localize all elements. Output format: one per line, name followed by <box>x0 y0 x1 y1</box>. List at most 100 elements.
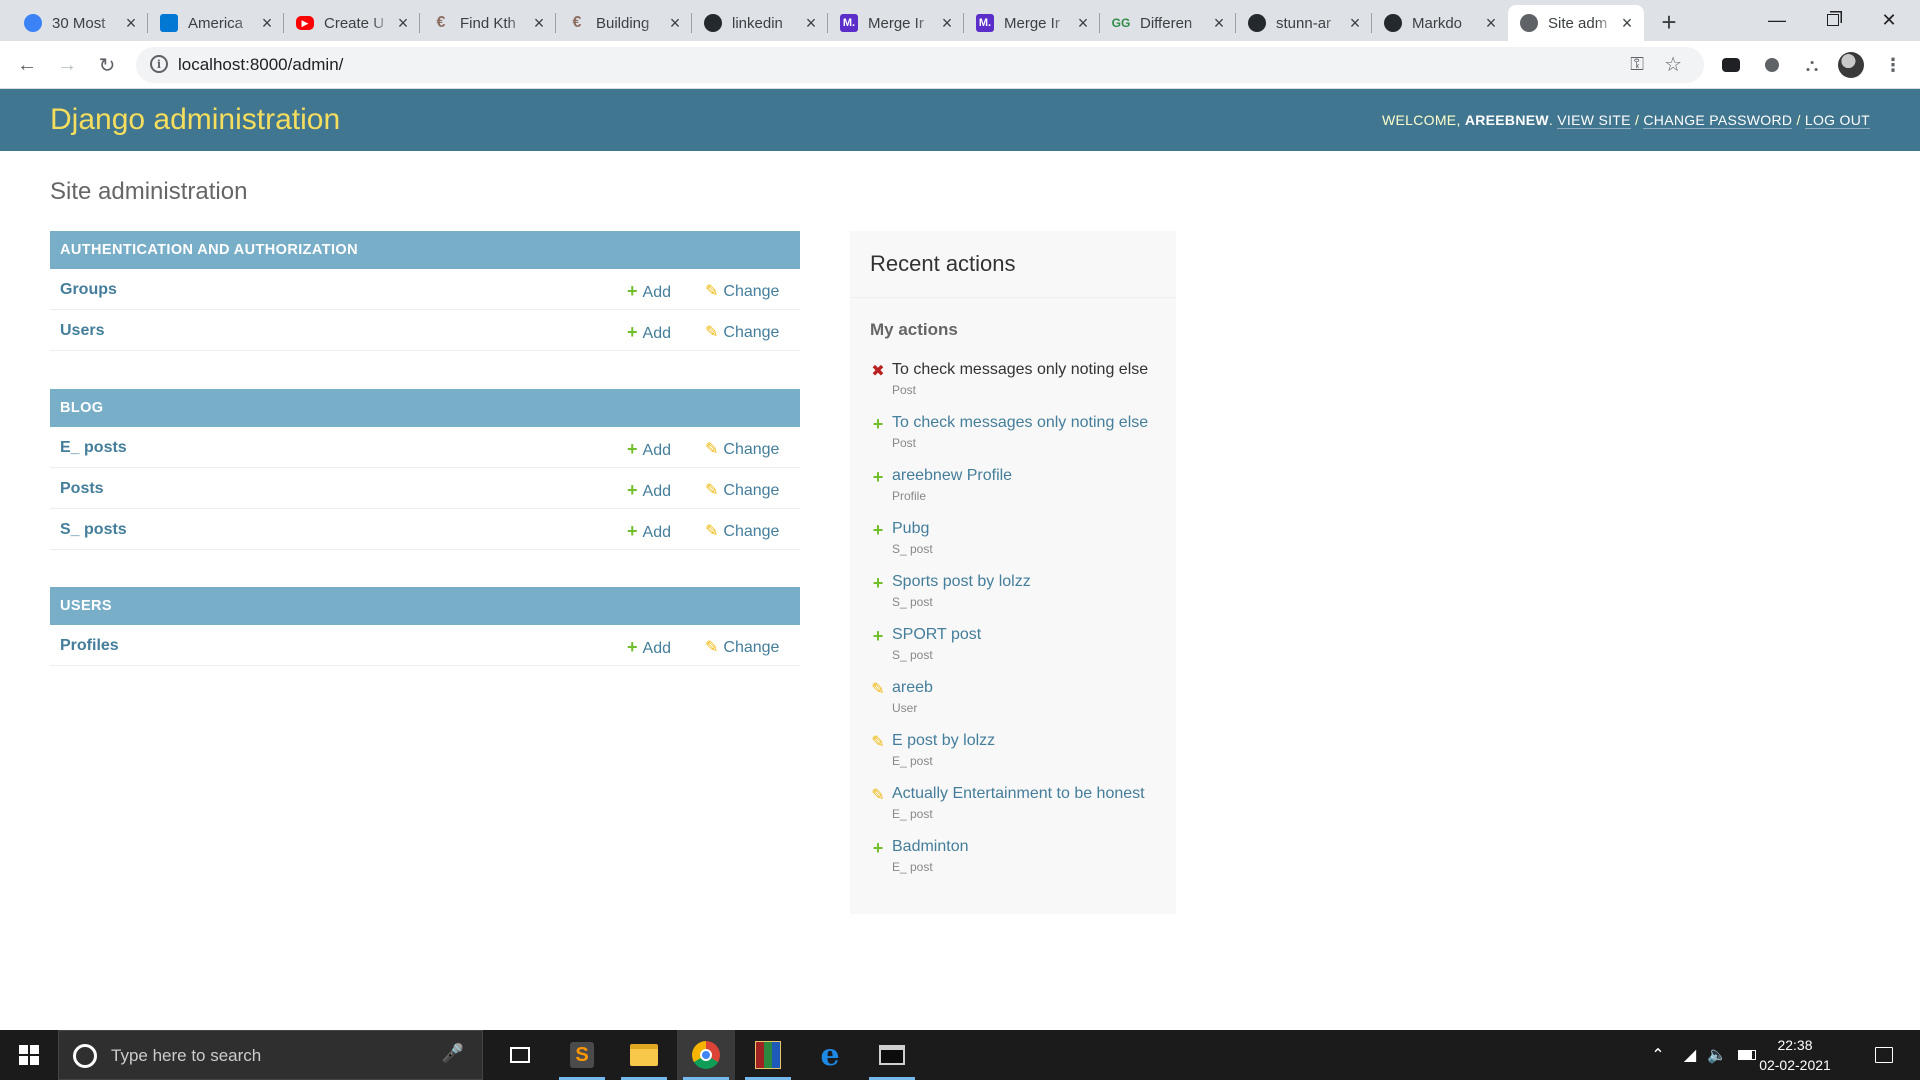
edge-icon[interactable]: e <box>801 1030 859 1080</box>
browser-tab[interactable]: M. Merge Ir × <box>828 5 964 41</box>
add-link[interactable]: + Add <box>627 439 671 460</box>
change-link[interactable]: ✎ Change <box>705 322 779 342</box>
recent-actions-panel: Recent actions My actions ✖ To check mess… <box>850 231 1176 914</box>
extension-icon[interactable] <box>1759 52 1785 78</box>
volume-icon[interactable]: 🔈 <box>1703 1030 1731 1080</box>
browser-tab[interactable]: 30 Most × <box>12 5 148 41</box>
terminal-icon[interactable] <box>863 1030 921 1080</box>
pencil-icon: ✎ <box>705 441 719 458</box>
recent-action-link[interactable]: Sports post by lolzz <box>892 573 1031 591</box>
recent-action-link[interactable]: Pubg <box>892 520 929 538</box>
model-link[interactable]: Groups <box>60 281 117 299</box>
tab-close-icon[interactable]: × <box>664 12 686 34</box>
restore-button[interactable] <box>1805 0 1861 40</box>
chrome-icon[interactable] <box>677 1030 735 1080</box>
browser-tab[interactable]: America × <box>148 5 284 41</box>
browser-tab[interactable]: GG Differen × <box>1100 5 1236 41</box>
change-link[interactable]: ✎ Change <box>705 439 779 459</box>
url-text[interactable]: localhost:8000/admin/ <box>178 55 343 75</box>
tab-close-icon[interactable]: × <box>1480 12 1502 34</box>
browser-tab[interactable]: Markdo × <box>1372 5 1508 41</box>
change-link[interactable]: ✎ Change <box>705 637 779 657</box>
taskbar-clock[interactable]: 22:38 02-02-2021 <box>1755 1035 1835 1075</box>
reload-icon[interactable]: ↻ <box>93 51 121 79</box>
change-link[interactable]: ✎ Change <box>705 521 779 541</box>
recent-action-link[interactable]: areebnew Profile <box>892 467 1012 485</box>
extension-icon[interactable] <box>1718 52 1744 78</box>
tab-close-icon[interactable]: × <box>256 12 278 34</box>
wifi-icon[interactable]: ◢ <box>1676 1030 1704 1080</box>
tab-close-icon[interactable]: × <box>120 12 142 34</box>
key-icon[interactable]: ⚿ <box>1630 54 1644 75</box>
taskbar-search-input[interactable]: Type here to search 🎤 <box>58 1030 483 1080</box>
browser-tab[interactable]: ▶ Create U × <box>284 5 420 41</box>
browser-tab[interactable]: linkedin × <box>692 5 828 41</box>
model-link[interactable]: Users <box>60 322 104 340</box>
model-link[interactable]: E_ posts <box>60 439 127 457</box>
winrar-icon[interactable] <box>739 1030 797 1080</box>
browser-tab[interactable]: stunn-ar × <box>1236 5 1372 41</box>
close-window-button[interactable]: ✕ <box>1861 0 1917 40</box>
recent-action-link[interactable]: Actually Entertainment to be honest <box>892 785 1145 803</box>
module-caption[interactable]: Blog <box>50 389 800 427</box>
task-view-icon[interactable] <box>491 1030 549 1080</box>
log-out-link[interactable]: LOG OUT <box>1804 112 1870 129</box>
address-bar[interactable]: i localhost:8000/admin/ ⚿ ☆ <box>136 47 1704 83</box>
tab-title: Create U <box>324 14 385 32</box>
forward-arrow-icon[interactable]: → <box>53 51 81 79</box>
avatar[interactable] <box>1838 52 1864 78</box>
recent-action-link[interactable]: Badminton <box>892 838 969 856</box>
change-password-link[interactable]: CHANGE PASSWORD <box>1643 112 1793 129</box>
site-info-icon[interactable]: i <box>150 55 168 73</box>
add-link[interactable]: + Add <box>627 637 671 658</box>
recent-action-type: Post <box>892 436 917 450</box>
cortana-icon[interactable] <box>73 1044 97 1068</box>
tab-close-icon[interactable]: × <box>528 12 550 34</box>
tab-close-icon[interactable]: × <box>1616 12 1638 34</box>
recent-action-link[interactable]: areeb <box>892 679 933 697</box>
tab-title: Markdo <box>1412 14 1463 32</box>
browser-tab[interactable]: € Building × <box>556 5 692 41</box>
recent-action-link[interactable]: SPORT post <box>892 626 981 644</box>
page-title: Site administration <box>50 178 248 205</box>
windows-start-icon[interactable] <box>0 1030 58 1080</box>
change-link[interactable]: ✎ Change <box>705 281 779 301</box>
browser-tab[interactable]: M. Merge Ir × <box>964 5 1100 41</box>
recent-action-link[interactable]: To check messages only noting else <box>892 414 1148 432</box>
model-row-users: Users + Add ✎ Change <box>50 310 800 351</box>
search-placeholder[interactable]: Type here to search <box>111 1046 261 1066</box>
tab-close-icon[interactable]: × <box>1208 12 1230 34</box>
chevron-up-icon[interactable]: ⌃ <box>1644 1030 1672 1080</box>
module-caption[interactable]: Authentication and Authorization <box>50 231 800 269</box>
module-caption[interactable]: Users <box>50 587 800 625</box>
file-explorer-icon[interactable] <box>615 1030 673 1080</box>
add-link[interactable]: + Add <box>627 480 671 501</box>
tab-close-icon[interactable]: × <box>1072 12 1094 34</box>
microphone-icon[interactable]: 🎤 <box>442 1043 464 1064</box>
model-link[interactable]: Posts <box>60 480 104 498</box>
add-link[interactable]: + Add <box>627 281 671 302</box>
add-link[interactable]: + Add <box>627 322 671 343</box>
browser-tab[interactable]: Site adm × <box>1508 5 1644 41</box>
new-tab-button[interactable]: + <box>1655 7 1683 37</box>
puzzle-extensions-icon[interactable]: ⛬ <box>1799 52 1825 78</box>
tab-close-icon[interactable]: × <box>1344 12 1366 34</box>
change-link[interactable]: ✎ Change <box>705 480 779 500</box>
tab-close-icon[interactable]: × <box>392 12 414 34</box>
browser-tab[interactable]: € Find Kth × <box>420 5 556 41</box>
recent-action-link[interactable]: E post by lolzz <box>892 732 995 750</box>
add-link[interactable]: + Add <box>627 521 671 542</box>
tab-close-icon[interactable]: × <box>936 12 958 34</box>
model-row-e-posts: E_ posts + Add ✎ Change <box>50 427 800 468</box>
view-site-link[interactable]: VIEW SITE <box>1557 112 1631 129</box>
sublime-text-icon[interactable]: S <box>553 1030 611 1080</box>
minimize-button[interactable]: — <box>1749 0 1805 40</box>
model-link[interactable]: S_ posts <box>60 521 127 539</box>
tab-close-icon[interactable]: × <box>800 12 822 34</box>
bookmark-star-icon[interactable]: ☆ <box>1664 52 1682 77</box>
site-branding[interactable]: Django administration <box>50 103 340 137</box>
back-arrow-icon[interactable]: ← <box>13 51 41 79</box>
notifications-icon[interactable] <box>1864 1030 1904 1080</box>
model-link[interactable]: Profiles <box>60 637 119 655</box>
menu-dots-icon[interactable]: ⋮ <box>1880 52 1906 78</box>
